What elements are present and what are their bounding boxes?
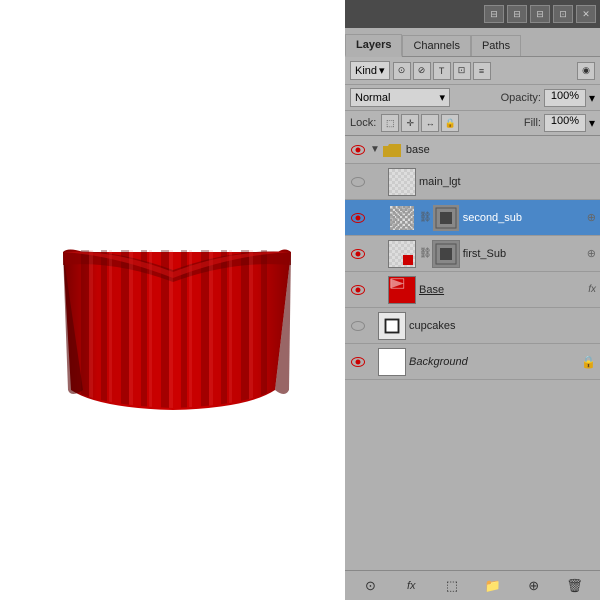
thumb-first-sub: [388, 240, 416, 268]
visibility-second-sub[interactable]: [349, 209, 367, 227]
layer-name-base: base: [406, 144, 596, 156]
filter-icon-text[interactable]: T: [433, 62, 451, 80]
filter-icon-adjust[interactable]: ⊡: [453, 62, 471, 80]
layer-row-cupcakes[interactable]: cupcakes: [345, 308, 600, 344]
lock-position-icon[interactable]: ↔: [421, 114, 439, 132]
lock-label: Lock:: [350, 117, 376, 129]
chain-icon-second: ⛓: [419, 212, 432, 223]
fill-input[interactable]: 100%: [544, 114, 586, 132]
visibility-base[interactable]: [349, 141, 367, 159]
bottom-group-icon[interactable]: 📁: [482, 575, 504, 597]
tab-channels[interactable]: Channels: [402, 35, 470, 56]
filter-icon-menu[interactable]: ≡: [473, 62, 491, 80]
fill-arrow[interactable]: ▾: [589, 116, 595, 130]
fill-label: Fill:: [524, 117, 541, 129]
blend-mode-dropdown[interactable]: Normal ▾: [350, 88, 450, 107]
canvas-area: [0, 0, 345, 600]
chain-icon-first: ⛓: [419, 248, 432, 259]
layer-row-second-sub[interactable]: ⛓ second_sub ⊕: [345, 200, 600, 236]
bottom-bar: ⊙ fx ⬚ 📁 ⊕ 🗑: [345, 570, 600, 600]
lock-transparent-icon[interactable]: ⬚: [381, 114, 399, 132]
kind-dropdown[interactable]: Kind ▾: [350, 61, 390, 80]
thumb-second-sub: [388, 204, 416, 232]
visibility-main-lgt[interactable]: [349, 173, 367, 191]
lock-all-icon[interactable]: 🔒: [441, 114, 459, 132]
toolbar-icon-5[interactable]: ✕: [576, 5, 596, 23]
layer-name-base-layer: Base: [419, 284, 586, 296]
group-toggle-base[interactable]: ▼: [370, 144, 380, 155]
toolbar-icon-4[interactable]: ⊡: [553, 5, 573, 23]
lock-pixels-icon[interactable]: ✛: [401, 114, 419, 132]
bottom-fx-icon[interactable]: fx: [400, 575, 422, 597]
fx-badge: fx: [588, 284, 596, 295]
extra-icon-first[interactable]: ⊕: [587, 247, 596, 260]
cupcake-illustration: [33, 190, 313, 410]
top-toolbar: ⊟ ⊟ ⊟ ⊡ ✕: [345, 0, 600, 28]
filter-icon-slash[interactable]: ⊘: [413, 62, 431, 80]
bottom-delete-icon[interactable]: 🗑: [564, 575, 586, 597]
search-bar: Kind ▾ ⊙ ⊘ T ⊡ ≡ ◉: [345, 57, 600, 85]
blend-mode-value: Normal: [355, 92, 390, 104]
search-toggle[interactable]: ◉: [577, 62, 595, 80]
layer-name-main-lgt: main_lgt: [419, 176, 596, 188]
layer-name-first-sub: first_Sub: [463, 248, 585, 260]
tab-bar: Layers Channels Paths: [345, 28, 600, 57]
layer-name-second-sub: second_sub: [463, 212, 585, 224]
opacity-label: Opacity:: [501, 92, 541, 104]
thumb-base-layer: [388, 276, 416, 304]
layer-group-base[interactable]: ▼ base: [345, 136, 600, 164]
filter-icon-circle[interactable]: ⊙: [393, 62, 411, 80]
opacity-arrow[interactable]: ▾: [589, 91, 595, 105]
visibility-base-layer[interactable]: [349, 281, 367, 299]
toolbar-icon-1[interactable]: ⊟: [484, 5, 504, 23]
layer-row-background[interactable]: Background 🔒: [345, 344, 600, 380]
bottom-new-icon[interactable]: ⊕: [523, 575, 545, 597]
toolbar-icon-2[interactable]: ⊟: [507, 5, 527, 23]
kind-arrow: ▾: [379, 64, 385, 77]
folder-icon-base: [382, 142, 402, 158]
thumb-first-sub-2: [432, 240, 460, 268]
thumb-background: [378, 348, 406, 376]
tab-paths[interactable]: Paths: [471, 35, 521, 56]
opacity-row: Opacity: 100% ▾: [501, 89, 595, 107]
layer-row-first-sub[interactable]: ⛓ first_Sub ⊕: [345, 236, 600, 272]
thumb-main-lgt: [388, 168, 416, 196]
extra-icon-second[interactable]: ⊕: [587, 211, 596, 224]
layer-name-cupcakes: cupcakes: [409, 320, 596, 332]
lock-icons: ⬚ ✛ ↔ 🔒: [381, 114, 459, 132]
layer-row-base[interactable]: Base fx: [345, 272, 600, 308]
bottom-adjustment-icon[interactable]: ⬚: [441, 575, 463, 597]
search-filter-icons: ⊙ ⊘ T ⊡ ≡: [393, 62, 491, 80]
lock-row: Lock: ⬚ ✛ ↔ 🔒 Fill: 100% ▾: [345, 111, 600, 136]
lock-badge-background: 🔒: [581, 355, 596, 369]
layer-name-background: Background: [409, 356, 579, 368]
visibility-cupcakes[interactable]: [349, 317, 367, 335]
fill-section: Fill: 100% ▾: [524, 114, 595, 132]
blend-row: Normal ▾ Opacity: 100% ▾: [345, 85, 600, 111]
tab-layers[interactable]: Layers: [345, 34, 402, 57]
visibility-first-sub[interactable]: [349, 245, 367, 263]
thumb-second-sub-2: [432, 204, 460, 232]
layers-list: ▼ base main_lgt: [345, 136, 600, 570]
kind-label: Kind: [355, 65, 377, 77]
visibility-background[interactable]: [349, 353, 367, 371]
bottom-link-icon[interactable]: ⊙: [359, 575, 381, 597]
thumb-cupcakes: [378, 312, 406, 340]
blend-mode-arrow: ▾: [439, 91, 445, 104]
opacity-input[interactable]: 100%: [544, 89, 586, 107]
panel-area: ⊟ ⊟ ⊟ ⊡ ✕ Layers Channels Paths Kind ▾ ⊙…: [345, 0, 600, 600]
layer-row-main-lgt[interactable]: main_lgt: [345, 164, 600, 200]
toolbar-icon-3[interactable]: ⊟: [530, 5, 550, 23]
